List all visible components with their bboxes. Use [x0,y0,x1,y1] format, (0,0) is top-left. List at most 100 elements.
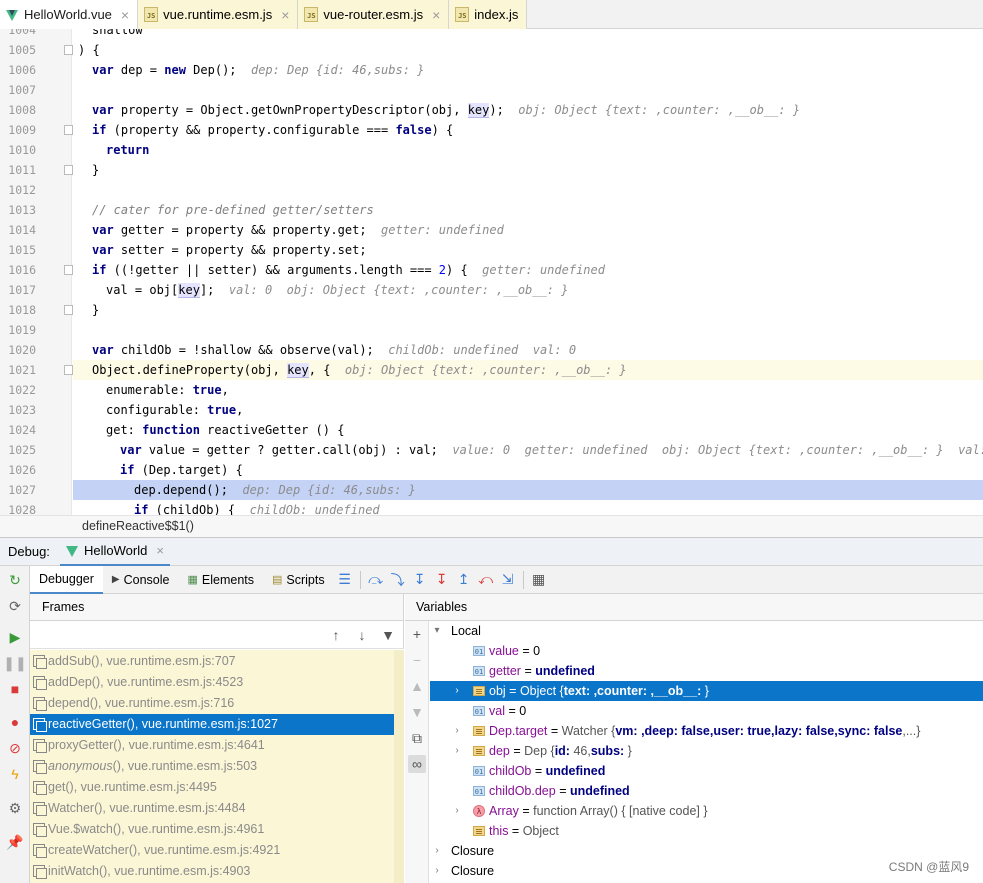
lightning-icon[interactable]: ϟ [7,766,23,782]
code-line[interactable]: 1011} [0,160,983,180]
fold-marker-icon[interactable] [64,165,73,175]
line-number[interactable]: 1009 [0,120,40,140]
line-number[interactable]: 1022 [0,380,40,400]
line-number[interactable]: 1025 [0,440,40,460]
code-line[interactable]: 1024 get: function reactiveGetter () { [0,420,983,440]
fold-marker-icon[interactable] [64,265,73,275]
line-number[interactable]: 1007 [0,80,40,100]
code-line[interactable]: 1010 return [0,140,983,160]
close-icon[interactable]: × [156,543,164,558]
arrow-down-icon[interactable]: ↓ [353,626,371,644]
line-number[interactable]: 1008 [0,100,40,120]
refresh-icon[interactable]: ⟳ [7,598,23,614]
move-up-icon[interactable]: ▲ [408,677,426,695]
glasses-icon[interactable]: ∞ [408,755,426,773]
evaluate-expression-icon[interactable]: ▦ [528,569,550,591]
expand-arrow-icon[interactable]: ▾ [432,621,442,641]
frame-item[interactable]: get(), vue.runtime.esm.js:4495 [30,777,403,798]
frame-item[interactable]: createWatcher(), vue.runtime.esm.js:4921 [30,840,403,861]
tab-vue-runtime[interactable]: JS vue.runtime.esm.js × [138,0,299,29]
close-icon[interactable]: × [281,7,289,23]
expand-arrow-icon[interactable]: › [452,801,462,821]
code-editor[interactable]: 1004 shallow 1005) {1006 var dep = new Dep(… [0,29,983,515]
line-number[interactable]: 1012 [0,180,40,200]
line-number[interactable]: 1027 [0,480,40,500]
view-breakpoints-icon[interactable]: ● [7,714,23,730]
frame-item[interactable]: addDep(), vue.runtime.esm.js:4523 [30,672,403,693]
expand-arrow-icon[interactable]: › [452,741,462,761]
remove-watch-icon[interactable]: − [408,651,426,669]
code-line[interactable]: 1027 dep.depend(); dep: Dep {id: 46,subs:… [0,480,983,500]
tab-debugger[interactable]: Debugger [30,565,103,594]
code-line[interactable]: 1013 // cater for pre-defined getter/sett… [0,200,983,220]
add-watch-icon[interactable]: + [408,625,426,643]
close-icon[interactable]: × [121,7,129,23]
frame-item[interactable]: addSub(), vue.runtime.esm.js:707 [30,651,403,672]
fold-marker-icon[interactable] [64,45,73,55]
frame-item[interactable]: proxyGetter(), vue.runtime.esm.js:4641 [30,735,403,756]
variable-row[interactable]: 01 value = 0 [430,641,983,661]
step-out-icon[interactable]: ↥ [453,569,475,591]
code-line[interactable]: 1012 [0,180,983,200]
line-number[interactable]: 1024 [0,420,40,440]
line-number[interactable]: 1010 [0,140,40,160]
expand-arrow-icon[interactable]: › [452,721,462,741]
variable-row[interactable]: › obj = Object {text: ,counter: ,__ob__: … [430,681,983,701]
fold-marker-icon[interactable] [64,365,73,375]
line-number[interactable]: 1005 [0,40,40,60]
tab-helloworld-vue[interactable]: HelloWorld.vue × [0,0,139,29]
frame-item[interactable]: reactiveGetter(), vue.runtime.esm.js:102… [30,714,403,735]
line-number[interactable]: 1018 [0,300,40,320]
close-icon[interactable]: × [432,7,440,23]
line-number[interactable]: 1021 [0,360,40,380]
arrow-up-icon[interactable]: ↑ [327,626,345,644]
line-number[interactable]: 1020 [0,340,40,360]
resume-icon[interactable]: ▶ [7,629,23,645]
breadcrumb[interactable]: defineReactive$$1() [0,515,983,537]
line-number[interactable]: 1015 [0,240,40,260]
code-line[interactable]: 1014 var getter = property && property.ge… [0,220,983,240]
code-line[interactable]: 1008 var property = Object.getOwnProperty… [0,100,983,120]
tab-index-js[interactable]: JS index.js [449,0,528,29]
code-line[interactable]: 1026 if (Dep.target) { [0,460,983,480]
menu-icon[interactable]: ☰ [334,569,356,591]
line-number[interactable]: 1014 [0,220,40,240]
move-down-icon[interactable]: ▼ [408,703,426,721]
variable-row[interactable]: 01 val = 0 [430,701,983,721]
expand-arrow-icon[interactable]: › [452,681,462,701]
code-line[interactable]: 1021 Object.defineProperty(obj, key, { ob… [0,360,983,380]
force-step-into-icon[interactable]: ↧ [431,569,453,591]
frame-item[interactable]: anonymous(), vue.runtime.esm.js:503 [30,756,403,777]
code-line[interactable]: 1015 var setter = property && property.se… [0,240,983,260]
code-line[interactable]: 1009 if (property && property.configurabl… [0,120,983,140]
variable-row[interactable]: › Dep.target = Watcher {vm: ,deep: false,… [430,721,983,741]
drop-frame-icon[interactable]: ⤺ [475,569,497,591]
tab-elements[interactable]: ▦ Elements [178,566,263,594]
debug-session-tab[interactable]: HelloWorld × [60,537,170,566]
code-line[interactable]: 1004 shallow [0,29,983,40]
filter-icon[interactable]: ▼ [379,626,397,644]
line-number[interactable]: 1026 [0,460,40,480]
variable-row[interactable]: › λ Array = function Array() { [native cod… [430,801,983,821]
line-number[interactable]: 1004 [0,29,40,40]
step-into-icon[interactable]: ↧ [409,569,431,591]
line-number[interactable]: 1016 [0,260,40,280]
fold-marker-icon[interactable] [64,305,73,315]
tab-scripts[interactable]: ▤ Scripts [263,566,334,594]
copy-icon[interactable]: ⧉ [408,729,426,747]
code-line[interactable]: 1020 var childOb = !shallow && observe(va… [0,340,983,360]
code-line[interactable]: 1028 if (childOb) { childOb: undefined [0,500,983,515]
rerun-icon[interactable]: ↻ [7,572,23,588]
frame-item[interactable]: initWatch(), vue.runtime.esm.js:4903 [30,861,403,882]
code-line[interactable]: 1007 [0,80,983,100]
variable-row[interactable]: this = Object [430,821,983,841]
tab-vue-router[interactable]: JS vue-router.esm.js × [298,0,450,29]
code-line[interactable]: 1023 configurable: true, [0,400,983,420]
line-number[interactable]: 1023 [0,400,40,420]
code-line[interactable]: 1017 val = obj[key]; val: 0 obj: Object {… [0,280,983,300]
code-line[interactable]: 1016 if ((!getter || setter) && arguments… [0,260,983,280]
frames-scrollbar[interactable] [394,650,404,883]
stop-icon[interactable]: ■ [7,681,23,697]
line-number[interactable]: 1017 [0,280,40,300]
collapse-arrow-icon[interactable]: › [432,841,442,861]
